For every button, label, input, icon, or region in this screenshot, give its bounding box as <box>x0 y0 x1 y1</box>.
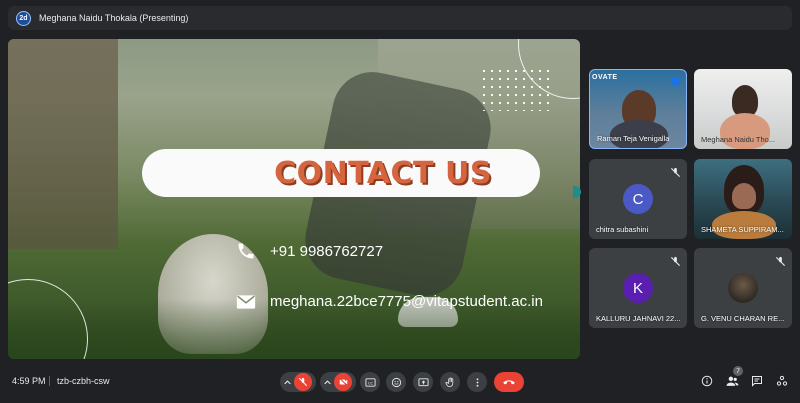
participant-name: Raman Teja Venigalla <box>597 134 670 143</box>
captions-button[interactable]: CC <box>360 372 380 392</box>
mic-off-icon <box>294 373 312 391</box>
email-address: meghana.22bce7775@vitapstudent.ac.in <box>270 293 543 310</box>
video-overlay-badge: OVATE <box>592 74 618 81</box>
presenter-avatar: 2d <box>16 10 31 26</box>
decor-dot-grid <box>480 67 552 111</box>
participant-tile[interactable]: OVATE Raman Teja Venigalla <box>589 69 687 149</box>
speaking-indicator-icon <box>671 77 680 86</box>
activities-icon <box>776 375 788 386</box>
emoji-icon <box>391 377 401 387</box>
participant-tile[interactable]: Meghana Naidu Tho... <box>694 69 792 149</box>
people-icon <box>726 376 738 386</box>
info-icon <box>701 375 713 387</box>
activities-button[interactable] <box>775 374 789 388</box>
shared-screen: CONTACT US +91 9986762727 meghana.22bce7… <box>8 39 580 359</box>
presenter-bar: 2d Meghana Naidu Thokala (Presenting) <box>8 6 792 30</box>
toolbar-divider <box>49 376 50 386</box>
emoji-reaction-button[interactable] <box>386 372 406 392</box>
mic-off-icon <box>670 165 681 178</box>
mic-off-icon <box>775 254 786 267</box>
mail-icon <box>236 294 256 310</box>
participant-name: Meghana Naidu Tho... <box>701 135 776 144</box>
people-button[interactable] <box>725 374 739 388</box>
end-call-button[interactable] <box>494 372 524 392</box>
participant-avatar <box>728 273 758 303</box>
svg-text:CC: CC <box>367 381 373 385</box>
chat-icon <box>752 376 762 387</box>
more-options-button[interactable] <box>467 372 487 392</box>
email-row: meghana.22bce7775@vitapstudent.ac.in <box>236 293 543 310</box>
participant-video-face <box>732 183 756 209</box>
participant-tile[interactable]: K KALLURU JAHNAVI 22... <box>589 248 687 328</box>
present-icon <box>417 377 429 386</box>
meeting-code: tzb-czbh-csw <box>57 376 110 386</box>
decor-ring-bottom <box>8 279 88 359</box>
mic-toggle-button[interactable] <box>280 372 316 392</box>
participant-tile[interactable]: G. VENU CHARAN RE... <box>694 248 792 328</box>
chat-button[interactable] <box>750 374 764 388</box>
participant-name: G. VENU CHARAN RE... <box>701 314 785 323</box>
meeting-info-button[interactable] <box>700 374 714 388</box>
camera-toggle-button[interactable] <box>320 372 356 392</box>
participant-name: KALLURU JAHNAVI 22... <box>596 314 681 323</box>
participant-count-badge: 7 <box>733 366 743 376</box>
end-call-icon <box>503 380 515 385</box>
participant-name: chitra subashini <box>596 225 649 234</box>
chevron-up-icon <box>284 379 291 384</box>
participant-avatar: C <box>623 184 653 214</box>
participant-tile[interactable]: C chitra subashini <box>589 159 687 239</box>
participant-avatar: K <box>623 273 653 303</box>
camera-off-icon <box>334 373 352 391</box>
phone-row: +91 9986762727 <box>236 241 383 261</box>
meeting-time: 4:59 PM <box>12 376 46 386</box>
present-screen-button[interactable] <box>413 372 433 392</box>
participant-name: SHAMETA SUPPIRAM... <box>701 225 784 234</box>
slide-title: CONTACT US <box>274 155 492 191</box>
phone-icon <box>236 241 256 261</box>
title-pill: CONTACT US <box>142 149 540 197</box>
background-wall <box>8 39 118 249</box>
chevron-up-icon <box>324 379 331 384</box>
phone-number: +91 9986762727 <box>270 242 384 260</box>
captions-icon: CC <box>364 377 376 387</box>
raise-hand-button[interactable] <box>440 372 460 392</box>
participant-tile[interactable]: SHAMETA SUPPIRAM... <box>694 159 792 239</box>
hand-icon <box>444 377 453 387</box>
more-vert-icon <box>476 377 478 387</box>
presenter-label: Meghana Naidu Thokala (Presenting) <box>39 13 189 23</box>
mic-off-icon <box>670 254 681 267</box>
